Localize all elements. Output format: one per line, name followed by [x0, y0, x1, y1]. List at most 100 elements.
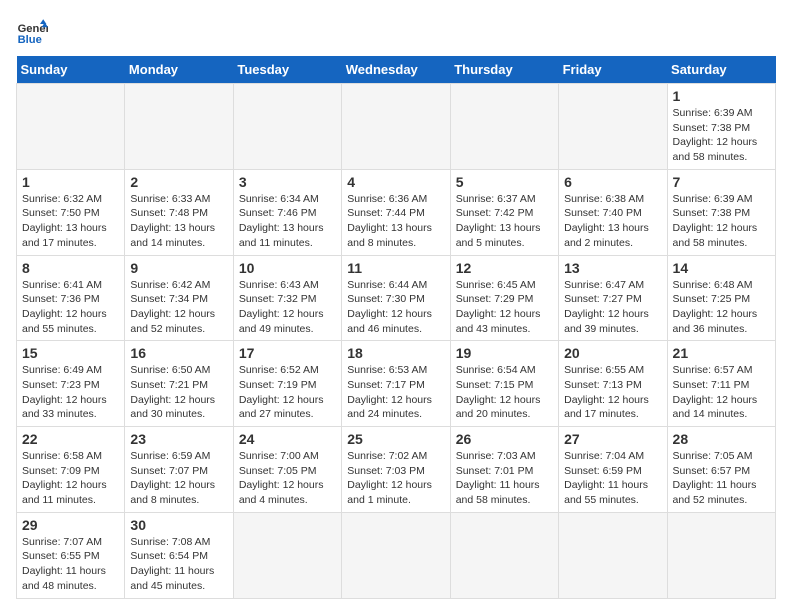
day-info: Sunrise: 6:54 AMSunset: 7:15 PMDaylight:… — [456, 363, 553, 422]
calendar-cell: 6Sunrise: 6:38 AMSunset: 7:40 PMDaylight… — [559, 169, 667, 255]
logo-icon: General Blue — [16, 16, 48, 48]
day-number: 4 — [347, 174, 444, 190]
calendar-cell: 18 Sunrise: 6:53 AMSunset: 7:17 PMDayligh… — [342, 341, 450, 427]
calendar-cell: 25Sunrise: 7:02 AMSunset: 7:03 PMDayligh… — [342, 427, 450, 513]
page-header: General Blue — [16, 16, 776, 48]
calendar-cell: 24Sunrise: 7:00 AMSunset: 7:05 PMDayligh… — [233, 427, 341, 513]
calendar-cell: 13Sunrise: 6:47 AMSunset: 7:27 PMDayligh… — [559, 255, 667, 341]
day-info: Sunrise: 6:44 AMSunset: 7:30 PMDaylight:… — [347, 278, 444, 337]
calendar-cell: 16 Sunrise: 6:50 AMSunset: 7:21 PMDayligh… — [125, 341, 233, 427]
calendar-cell: 22 Sunrise: 6:58 AMSunset: 7:09 PMDayligh… — [17, 427, 125, 513]
day-info: Sunrise: 6:53 AMSunset: 7:17 PMDaylight:… — [347, 363, 444, 422]
day-number: 16 — [130, 345, 227, 361]
day-info: Sunrise: 6:43 AMSunset: 7:32 PMDaylight:… — [239, 278, 336, 337]
calendar-cell: 9 Sunrise: 6:42 AMSunset: 7:34 PMDaylight… — [125, 255, 233, 341]
calendar-cell: 7 Sunrise: 6:39 AMSunset: 7:38 PMDaylight… — [667, 169, 775, 255]
calendar-cell: 19 Sunrise: 6:54 AMSunset: 7:15 PMDayligh… — [450, 341, 558, 427]
day-info: Sunrise: 6:32 AMSunset: 7:50 PMDaylight:… — [22, 192, 119, 251]
calendar-cell — [450, 512, 558, 598]
day-info: Sunrise: 6:58 AMSunset: 7:09 PMDaylight:… — [22, 449, 119, 508]
calendar-cell — [450, 84, 558, 170]
day-info: Sunrise: 7:04 AMSunset: 6:59 PMDaylight:… — [564, 449, 661, 508]
calendar-cell: 14 Sunrise: 6:48 AMSunset: 7:25 PMDayligh… — [667, 255, 775, 341]
calendar-cell: 12 Sunrise: 6:45 AMSunset: 7:29 PMDayligh… — [450, 255, 558, 341]
day-number: 21 — [673, 345, 770, 361]
day-info: Sunrise: 6:39 AMSunset: 7:38 PMDaylight:… — [673, 192, 770, 251]
calendar-week-3: 8 Sunrise: 6:41 AMSunset: 7:36 PMDaylight… — [17, 255, 776, 341]
day-number: 15 — [22, 345, 119, 361]
day-number: 12 — [456, 260, 553, 276]
day-info: Sunrise: 6:42 AMSunset: 7:34 PMDaylight:… — [130, 278, 227, 337]
calendar-cell: 8 Sunrise: 6:41 AMSunset: 7:36 PMDaylight… — [17, 255, 125, 341]
day-info: Sunrise: 6:55 AMSunset: 7:13 PMDaylight:… — [564, 363, 661, 422]
calendar-cell: 4 Sunrise: 6:36 AMSunset: 7:44 PMDaylight… — [342, 169, 450, 255]
calendar-cell: 30 Sunrise: 7:08 AMSunset: 6:54 PMDayligh… — [125, 512, 233, 598]
day-info: Sunrise: 6:33 AMSunset: 7:48 PMDaylight:… — [130, 192, 227, 251]
calendar-week-1: 1Sunrise: 6:39 AMSunset: 7:38 PMDaylight… — [17, 84, 776, 170]
day-info: Sunrise: 6:52 AMSunset: 7:19 PMDaylight:… — [239, 363, 336, 422]
day-number: 9 — [130, 260, 227, 276]
day-info: Sunrise: 7:03 AMSunset: 7:01 PMDaylight:… — [456, 449, 553, 508]
day-info: Sunrise: 7:08 AMSunset: 6:54 PMDaylight:… — [130, 535, 227, 594]
day-number: 11 — [347, 260, 444, 276]
calendar-cell — [342, 512, 450, 598]
calendar-cell: 5Sunrise: 6:37 AMSunset: 7:42 PMDaylight… — [450, 169, 558, 255]
calendar-cell: 21Sunrise: 6:57 AMSunset: 7:11 PMDayligh… — [667, 341, 775, 427]
day-number: 30 — [130, 517, 227, 533]
day-info: Sunrise: 6:34 AMSunset: 7:46 PMDaylight:… — [239, 192, 336, 251]
day-number: 24 — [239, 431, 336, 447]
day-info: Sunrise: 6:48 AMSunset: 7:25 PMDaylight:… — [673, 278, 770, 337]
day-info: Sunrise: 6:49 AMSunset: 7:23 PMDaylight:… — [22, 363, 119, 422]
calendar-cell: 1Sunrise: 6:39 AMSunset: 7:38 PMDaylight… — [667, 84, 775, 170]
calendar-cell: 23 Sunrise: 6:59 AMSunset: 7:07 PMDayligh… — [125, 427, 233, 513]
day-number: 19 — [456, 345, 553, 361]
svg-text:Blue: Blue — [18, 34, 42, 46]
day-number: 18 — [347, 345, 444, 361]
calendar-cell: 3Sunrise: 6:34 AMSunset: 7:46 PMDaylight… — [233, 169, 341, 255]
calendar-cell: 2Sunrise: 6:33 AMSunset: 7:48 PMDaylight… — [125, 169, 233, 255]
day-number: 5 — [456, 174, 553, 190]
day-number: 26 — [456, 431, 553, 447]
day-number: 13 — [564, 260, 661, 276]
calendar-cell: 20 Sunrise: 6:55 AMSunset: 7:13 PMDayligh… — [559, 341, 667, 427]
day-info: Sunrise: 6:41 AMSunset: 7:36 PMDaylight:… — [22, 278, 119, 337]
calendar-week-4: 15 Sunrise: 6:49 AMSunset: 7:23 PMDayligh… — [17, 341, 776, 427]
header-day-friday: Friday — [559, 56, 667, 84]
day-number: 8 — [22, 260, 119, 276]
header-row: SundayMondayTuesdayWednesdayThursdayFrid… — [17, 56, 776, 84]
day-number: 22 — [22, 431, 119, 447]
day-info: Sunrise: 7:07 AMSunset: 6:55 PMDaylight:… — [22, 535, 119, 594]
calendar-cell: 28Sunrise: 7:05 AMSunset: 6:57 PMDayligh… — [667, 427, 775, 513]
calendar-week-5: 22 Sunrise: 6:58 AMSunset: 7:09 PMDayligh… — [17, 427, 776, 513]
calendar-week-6: 29Sunrise: 7:07 AMSunset: 6:55 PMDayligh… — [17, 512, 776, 598]
logo: General Blue — [16, 16, 52, 48]
day-number: 7 — [673, 174, 770, 190]
calendar-cell: 10Sunrise: 6:43 AMSunset: 7:32 PMDayligh… — [233, 255, 341, 341]
calendar-table: SundayMondayTuesdayWednesdayThursdayFrid… — [16, 56, 776, 599]
calendar-cell — [667, 512, 775, 598]
calendar-cell: 15 Sunrise: 6:49 AMSunset: 7:23 PMDayligh… — [17, 341, 125, 427]
day-info: Sunrise: 6:45 AMSunset: 7:29 PMDaylight:… — [456, 278, 553, 337]
day-info: Sunrise: 6:59 AMSunset: 7:07 PMDaylight:… — [130, 449, 227, 508]
calendar-cell: 17 Sunrise: 6:52 AMSunset: 7:19 PMDayligh… — [233, 341, 341, 427]
day-number: 1 — [22, 174, 119, 190]
calendar-cell — [17, 84, 125, 170]
header-day-thursday: Thursday — [450, 56, 558, 84]
day-info: Sunrise: 7:02 AMSunset: 7:03 PMDaylight:… — [347, 449, 444, 508]
day-number: 6 — [564, 174, 661, 190]
calendar-week-2: 1 Sunrise: 6:32 AMSunset: 7:50 PMDaylight… — [17, 169, 776, 255]
header-day-saturday: Saturday — [667, 56, 775, 84]
calendar-cell — [125, 84, 233, 170]
day-info: Sunrise: 7:05 AMSunset: 6:57 PMDaylight:… — [673, 449, 770, 508]
day-info: Sunrise: 6:50 AMSunset: 7:21 PMDaylight:… — [130, 363, 227, 422]
header-day-tuesday: Tuesday — [233, 56, 341, 84]
header-day-wednesday: Wednesday — [342, 56, 450, 84]
calendar-cell: 29Sunrise: 7:07 AMSunset: 6:55 PMDayligh… — [17, 512, 125, 598]
day-number: 20 — [564, 345, 661, 361]
day-number: 14 — [673, 260, 770, 276]
day-number: 23 — [130, 431, 227, 447]
calendar-cell — [342, 84, 450, 170]
day-info: Sunrise: 6:36 AMSunset: 7:44 PMDaylight:… — [347, 192, 444, 251]
day-number: 17 — [239, 345, 336, 361]
header-day-monday: Monday — [125, 56, 233, 84]
